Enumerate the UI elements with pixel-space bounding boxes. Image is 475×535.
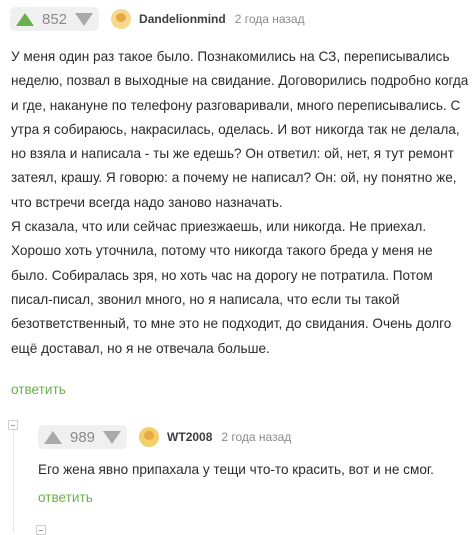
- comment-score: 989: [70, 428, 96, 446]
- comment-date[interactable]: 2 года назад: [221, 430, 291, 444]
- comment-text: У меня один раз такое было. Познакомилис…: [11, 45, 473, 361]
- reply-link[interactable]: ответить: [11, 382, 66, 397]
- upvote-arrow-icon[interactable]: [44, 430, 62, 444]
- downvote-arrow-icon[interactable]: [75, 12, 94, 26]
- comment-author[interactable]: Dandelionmind: [139, 12, 226, 26]
- comment-date[interactable]: 2 года назад: [235, 12, 305, 26]
- reply-comment-header: 989 WT2008 2 года назад: [38, 424, 291, 450]
- reply-comment-text: Его жена явно припахала у тещи что-то кр…: [38, 462, 434, 477]
- avatar[interactable]: [111, 9, 132, 29]
- comment-header: 852 Dandelionmind 2 года назад: [10, 6, 305, 32]
- comment-paragraph: У меня один раз такое было. Познакомилис…: [11, 49, 469, 210]
- comment-paragraph: Я сказала, что или сейчас приезжаешь, ил…: [11, 219, 452, 356]
- reply-link[interactable]: ответить: [38, 490, 93, 505]
- collapse-icon[interactable]: [8, 420, 18, 430]
- upvote-arrow-icon[interactable]: [16, 12, 34, 26]
- vote-widget: 989: [38, 425, 128, 449]
- collapse-icon[interactable]: [36, 525, 46, 535]
- thread-line[interactable]: [13, 420, 14, 532]
- comment-score: 852: [42, 10, 68, 28]
- downvote-arrow-icon[interactable]: [103, 430, 122, 444]
- comment-author[interactable]: WT2008: [167, 430, 212, 444]
- vote-widget: 852: [10, 7, 100, 31]
- avatar[interactable]: [139, 427, 160, 447]
